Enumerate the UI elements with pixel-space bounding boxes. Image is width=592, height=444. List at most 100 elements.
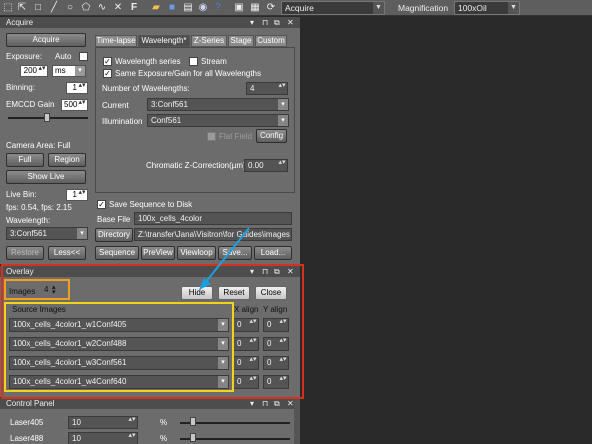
chevron-down-icon[interactable]: ▾ [278, 99, 288, 110]
spinner-icon[interactable]: ▴▾ [128, 417, 136, 427]
magnification-select[interactable]: 100xOil ▼ [454, 1, 520, 15]
chevron-down-icon[interactable]: ▾ [278, 115, 288, 126]
spinner-icon[interactable]: ▴▾ [78, 100, 86, 110]
chevron-down-icon[interactable]: ▾ [75, 66, 85, 76]
current-select[interactable]: 3:Conf561 ▾ [147, 98, 289, 111]
spinner-icon[interactable]: ▴▾ [38, 66, 46, 76]
laser488-slider[interactable] [180, 438, 290, 440]
text-icon[interactable]: F [127, 1, 141, 15]
laser405-slider-knob[interactable] [190, 417, 196, 426]
spinner-icon[interactable]: ▴▾ [249, 357, 257, 367]
refresh-icon[interactable]: ⟳ [264, 1, 278, 15]
tab-custom[interactable]: Custom [255, 35, 287, 47]
zoom-icon[interactable]: ⇱ [15, 1, 29, 15]
float-icon[interactable]: ⧉ [274, 398, 280, 409]
y-align-input[interactable]: 0 ▴▾ [263, 356, 289, 370]
tab-time-lapse[interactable]: Time-lapse [95, 35, 137, 47]
wavelength-select[interactable]: 3:Conf561 ▾ [6, 227, 88, 240]
rectangle-icon[interactable]: □ [31, 1, 45, 15]
spinner-icon[interactable]: ▴▾ [78, 83, 86, 93]
spinner-icon[interactable]: ▴▾ [78, 190, 86, 200]
freehand-icon[interactable]: ∿ [95, 1, 109, 15]
dropdown-icon[interactable]: ▾ [250, 398, 254, 409]
directory-input[interactable]: Z:\transfer\Jana\Visitron\for Guides\ima… [134, 228, 292, 241]
control-panel-scrollbar[interactable] [294, 398, 300, 444]
line-icon[interactable]: ╱ [47, 1, 61, 15]
close-icon[interactable]: ✕ [287, 266, 294, 277]
spinner-icon[interactable]: ▴▾ [249, 319, 257, 329]
open-folder-icon[interactable]: ▰ [149, 1, 163, 15]
close-icon[interactable]: ✕ [287, 17, 294, 28]
x-align-input[interactable]: 0 ▴▾ [233, 375, 259, 389]
spinner-icon[interactable]: ▴▾ [128, 433, 136, 443]
laser488-input[interactable]: 10 ▴▾ [68, 432, 138, 444]
tab-z-series[interactable]: Z-Series [191, 35, 227, 47]
full-button[interactable]: Full [6, 153, 44, 167]
mode-select[interactable]: Acquire ▼ [281, 1, 385, 15]
pin-icon[interactable]: ⊓ [262, 398, 268, 409]
hide-button[interactable]: Hide [181, 286, 213, 300]
source-image-select[interactable]: 100x_cells_4color1_w2Conf488 ▾ [9, 337, 229, 351]
spinner-icon[interactable]: ▴▾ [279, 319, 287, 329]
preview-button[interactable]: PreView [141, 246, 175, 260]
y-align-input[interactable]: 0 ▴▾ [263, 337, 289, 351]
close-icon[interactable]: ✕ [287, 398, 294, 409]
spinner-icon[interactable]: ▴▾ [279, 357, 287, 367]
directory-button[interactable]: Directory [95, 228, 133, 242]
chevron-down-icon[interactable]: ▾ [218, 338, 228, 350]
float-icon[interactable]: ⧉ [274, 17, 280, 28]
tab-stage[interactable]: Stage [228, 35, 254, 47]
x-align-input[interactable]: 0 ▴▾ [233, 318, 259, 332]
illumination-select[interactable]: Conf561 ▾ [147, 114, 289, 127]
spinner-icon[interactable]: ▴▾ [278, 83, 286, 93]
save-sequence-checkbox[interactable]: ✓ [97, 200, 106, 209]
print-icon[interactable]: ▤ [181, 1, 195, 15]
x-align-input[interactable]: 0 ▴▾ [233, 337, 259, 351]
save-sequence-button[interactable]: Save... [218, 246, 252, 260]
y-align-input[interactable]: 0 ▴▾ [263, 318, 289, 332]
sequence-button[interactable]: Sequence [95, 246, 139, 260]
binning-input[interactable]: 1 ▴▾ [66, 82, 88, 94]
close-button[interactable]: Close [255, 286, 287, 300]
exposure-input[interactable]: 200 ▴▾ [20, 65, 48, 77]
gain-slider-knob[interactable] [44, 113, 50, 122]
spinner-icon[interactable]: ▴▾ [249, 376, 257, 386]
spinner-icon[interactable]: ▴▾ [278, 160, 286, 170]
stream-checkbox[interactable] [189, 57, 198, 66]
auto-checkbox[interactable] [79, 52, 88, 61]
viewloop-button[interactable]: Viewloop [177, 246, 216, 260]
cross-icon[interactable]: ✕ [111, 1, 125, 15]
region-icon[interactable]: ▣ [232, 1, 246, 15]
source-image-select[interactable]: 100x_cells_4color1_w4Conf640 ▾ [9, 375, 229, 389]
live-bin-input[interactable]: 1 ▴▾ [66, 189, 88, 201]
save-icon[interactable]: ■ [165, 1, 179, 15]
wavelength-series-checkbox[interactable]: ✓ [103, 57, 112, 66]
select-icon[interactable]: ⬚ [1, 1, 15, 15]
pin-icon[interactable]: ⊓ [262, 17, 268, 28]
y-align-input[interactable]: 0 ▴▾ [263, 375, 289, 389]
chromatic-input[interactable]: 0.00 ▴▾ [244, 159, 288, 172]
spinner-icon[interactable]: ▴▾ [279, 338, 287, 348]
camera-icon[interactable]: ◉ [196, 1, 210, 15]
float-icon[interactable]: ⧉ [274, 266, 280, 277]
laser405-slider[interactable] [180, 422, 290, 424]
laser405-input[interactable]: 10 ▴▾ [68, 416, 138, 429]
help-icon[interactable]: ? [211, 1, 225, 15]
pin-icon[interactable]: ⊓ [262, 266, 268, 277]
show-live-button[interactable]: Show Live [6, 170, 86, 184]
base-file-input[interactable]: 100x_cells_4color [134, 212, 292, 225]
chevron-down-icon[interactable]: ▾ [218, 376, 228, 388]
load-button[interactable]: Load... [254, 246, 292, 260]
chevron-down-icon[interactable]: ▼ [508, 2, 519, 14]
same-exposure-checkbox[interactable]: ✓ [103, 69, 112, 78]
source-image-select[interactable]: 100x_cells_4color1_w3Conf561 ▾ [9, 356, 229, 370]
ellipse-icon[interactable]: ○ [63, 1, 77, 15]
dropdown-icon[interactable]: ▾ [250, 266, 254, 277]
chevron-down-icon[interactable]: ▾ [77, 228, 87, 239]
spinner-icon[interactable]: ▴▾ [249, 338, 257, 348]
num-wavelengths-input[interactable]: 4 ▴▾ [246, 82, 288, 95]
config-button[interactable]: Config [256, 129, 287, 143]
spinner-icon[interactable]: ▴▾ [279, 376, 287, 386]
restore-button[interactable]: Restore [6, 246, 44, 260]
x-align-input[interactable]: 0 ▴▾ [233, 356, 259, 370]
